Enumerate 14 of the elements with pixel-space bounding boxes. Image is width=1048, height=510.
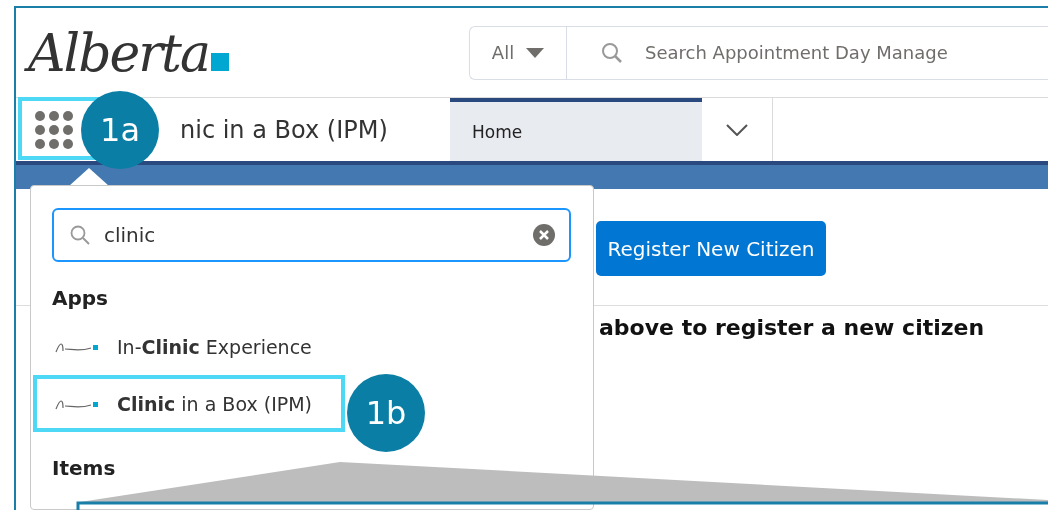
app-name: nic in a Box (IPM) <box>180 115 388 144</box>
app-search-field[interactable]: clinic <box>52 208 571 262</box>
section-heading: Items <box>52 456 117 480</box>
home-tab[interactable]: Home <box>450 98 702 161</box>
search-icon <box>70 225 90 245</box>
search-input[interactable]: clinic <box>102 222 521 248</box>
register-button[interactable]: Register New Citizen <box>596 221 826 276</box>
app-item[interactable]: Clinic in a Box (IPM) <box>33 375 345 432</box>
section-heading: Apps <box>52 286 109 310</box>
chevron-down-icon[interactable] <box>726 123 748 136</box>
app-launcher-icon[interactable] <box>34 109 74 150</box>
clear-icon[interactable] <box>533 224 555 246</box>
instruction-text: above to register a new citizen <box>599 315 985 340</box>
app-item[interactable]: In-Clinic Experience <box>33 318 345 375</box>
